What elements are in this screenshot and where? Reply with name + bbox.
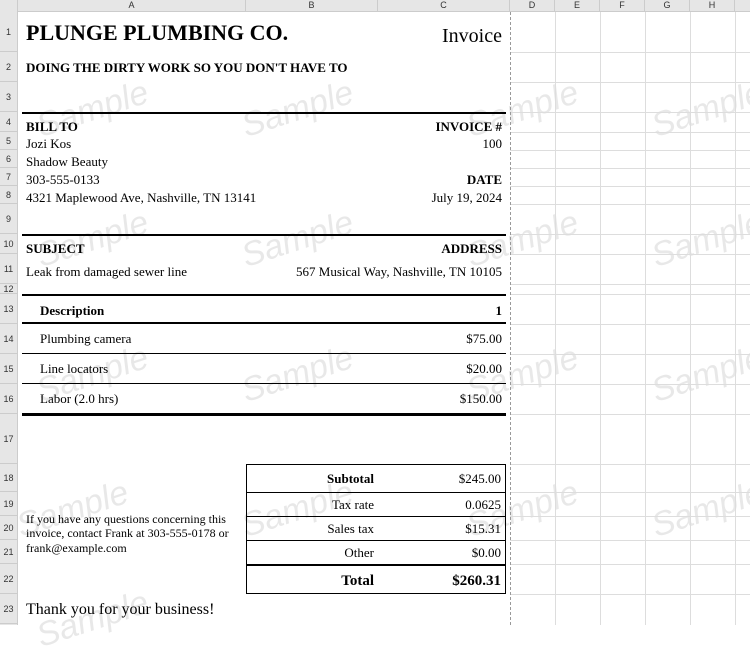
row-header[interactable]: 7 xyxy=(0,168,17,186)
watermark: Sample xyxy=(647,73,750,146)
item-amount[interactable]: $150.00 xyxy=(378,384,506,414)
salestax[interactable]: $15.31 xyxy=(378,516,506,540)
label-address[interactable]: ADDRESS xyxy=(246,234,506,259)
row-header[interactable]: 20 xyxy=(0,516,17,540)
label-bill-to[interactable]: BILL TO xyxy=(22,112,246,137)
item-desc[interactable]: Labor (2.0 hrs) xyxy=(22,384,378,414)
row-header[interactable]: 13 xyxy=(0,294,17,324)
label-date[interactable]: DATE xyxy=(378,170,506,190)
item-amount[interactable]: $75.00 xyxy=(378,324,506,354)
print-area-edge xyxy=(510,12,511,625)
label-total[interactable]: Total xyxy=(246,564,378,594)
service-address[interactable]: 567 Musical Way, Nashville, TN 10105 xyxy=(246,262,506,282)
row-header[interactable]: 1 xyxy=(0,12,17,52)
contact-note[interactable]: If you have any questions concerning thi… xyxy=(22,510,246,557)
col-header[interactable]: G xyxy=(645,0,690,11)
item-desc[interactable]: Plumbing camera xyxy=(22,324,378,354)
label-other[interactable]: Other xyxy=(246,540,378,564)
row-header[interactable]: 10 xyxy=(0,234,17,254)
row-header[interactable]: 4 xyxy=(0,112,17,132)
row-header[interactable]: 5 xyxy=(0,132,17,150)
column-headers: A B C D E F G H xyxy=(18,0,750,12)
row-header[interactable]: 17 xyxy=(0,414,17,464)
row-header[interactable]: 2 xyxy=(0,52,17,82)
table-header-qty[interactable]: 1 xyxy=(378,294,506,324)
label-invoice-num[interactable]: INVOICE # xyxy=(246,112,506,137)
item-amount[interactable]: $20.00 xyxy=(378,354,506,384)
row-header[interactable]: 3 xyxy=(0,82,17,112)
row-header[interactable]: 12 xyxy=(0,284,17,294)
watermark: Sample xyxy=(647,473,750,546)
row-header[interactable]: 19 xyxy=(0,492,17,516)
tagline[interactable]: DOING THE DIRTY WORK SO YOU DON'T HAVE T… xyxy=(22,58,352,78)
col-header[interactable]: H xyxy=(690,0,735,11)
spreadsheet: Sample Sample Sample Sample Sample Sampl… xyxy=(0,0,750,625)
col-header[interactable]: D xyxy=(510,0,555,11)
item-desc[interactable]: Line locators xyxy=(22,354,378,384)
doc-title[interactable]: Invoice xyxy=(378,22,506,50)
total[interactable]: $260.31 xyxy=(378,564,506,594)
row-header[interactable]: 6 xyxy=(0,150,17,168)
row-header[interactable]: 14 xyxy=(0,324,17,354)
billto-phone[interactable]: 303-555-0133 xyxy=(22,170,104,190)
table-header-desc[interactable]: Description xyxy=(22,294,378,324)
taxrate[interactable]: 0.0625 xyxy=(378,492,506,516)
col-header[interactable]: C xyxy=(378,0,510,11)
table-end-rule xyxy=(22,414,506,416)
label-taxrate[interactable]: Tax rate xyxy=(246,492,378,516)
subtotal[interactable]: $245.00 xyxy=(378,464,506,492)
label-subtotal[interactable]: Subtotal xyxy=(246,464,378,492)
row-header[interactable]: 16 xyxy=(0,384,17,414)
row-headers: 1 2 3 4 5 6 7 8 9 10 11 12 13 14 15 16 1… xyxy=(0,0,18,625)
row-header[interactable]: 23 xyxy=(0,594,17,624)
other[interactable]: $0.00 xyxy=(378,540,506,564)
watermark: Sample xyxy=(647,338,750,411)
label-subject[interactable]: SUBJECT xyxy=(22,234,246,259)
thanks[interactable]: Thank you for your business! xyxy=(22,598,218,621)
invoice-number[interactable]: 100 xyxy=(378,134,506,154)
col-header[interactable]: A xyxy=(18,0,246,11)
row-header[interactable]: 9 xyxy=(0,204,17,234)
col-header[interactable]: E xyxy=(555,0,600,11)
invoice-date[interactable]: July 19, 2024 xyxy=(378,188,506,208)
row-header[interactable]: 18 xyxy=(0,464,17,492)
billto-address[interactable]: 4321 Maplewood Ave, Nashville, TN 13141 xyxy=(22,188,260,208)
billto-name[interactable]: Jozi Kos xyxy=(22,134,75,154)
row-header[interactable]: 11 xyxy=(0,254,17,284)
row-header[interactable]: 22 xyxy=(0,564,17,594)
billto-company[interactable]: Shadow Beauty xyxy=(22,152,112,172)
row-header[interactable]: 8 xyxy=(0,186,17,204)
subject[interactable]: Leak from damaged sewer line xyxy=(22,262,191,282)
watermark: Sample xyxy=(647,203,750,276)
col-header[interactable]: F xyxy=(600,0,645,11)
col-header[interactable]: B xyxy=(246,0,378,11)
row-header[interactable]: 15 xyxy=(0,354,17,384)
company-name[interactable]: PLUNGE PLUMBING CO. xyxy=(22,18,292,48)
row-header[interactable]: 21 xyxy=(0,540,17,564)
label-salestax[interactable]: Sales tax xyxy=(246,516,378,540)
